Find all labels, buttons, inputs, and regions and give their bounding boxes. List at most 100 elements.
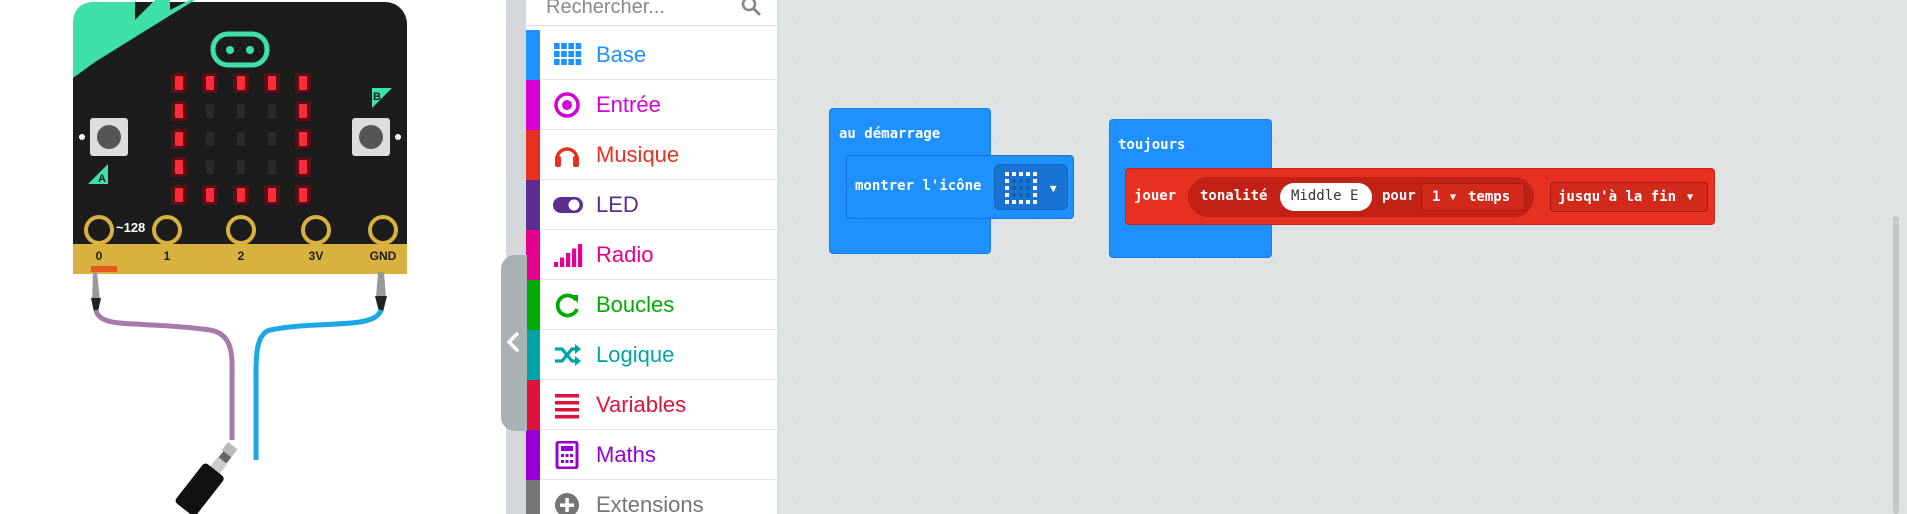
category-logique[interactable]: Logique (526, 330, 778, 380)
led-off (206, 104, 214, 118)
category-boucles[interactable]: Boucles (526, 280, 778, 330)
category-extensions[interactable]: Extensions (526, 480, 778, 514)
on-start-label: au démarrage (839, 126, 941, 142)
led-on (175, 132, 183, 146)
pin-2[interactable] (226, 215, 256, 245)
chevron-down-icon: ▼ (1450, 192, 1457, 203)
category-label: Logique (596, 342, 675, 367)
signal-bars-icon (554, 244, 583, 267)
dropdown-arrow-icon: ▼ (1050, 182, 1057, 195)
category-label: Extensions (596, 492, 704, 514)
toggle-icon (553, 197, 583, 213)
pin-label: GND (370, 249, 397, 263)
led-on (175, 160, 183, 174)
pin-1[interactable] (152, 215, 182, 245)
until-value: jusqu'à la fin (1558, 189, 1677, 205)
show-icon-label: montrer l'icône (855, 178, 982, 194)
category-color-strip (526, 380, 540, 430)
led-on (175, 76, 183, 90)
category-maths[interactable]: Maths (526, 430, 778, 480)
pin-label: 3V (309, 249, 324, 263)
category-label: Base (596, 42, 647, 67)
category-label: Boucles (596, 292, 675, 317)
button-a-label: A (98, 173, 106, 185)
note-value: Middle E (1291, 188, 1359, 204)
pin-label: 1 (164, 249, 171, 263)
icon-picker-dropdown[interactable]: ▼ (994, 164, 1068, 210)
pin-gnd[interactable] (368, 215, 398, 245)
category-label: Maths (596, 442, 656, 467)
pin-3v[interactable] (301, 215, 331, 245)
category-color-strip (526, 130, 540, 180)
category-musique[interactable]: Musique (526, 130, 778, 180)
for-label: pour (1382, 188, 1416, 204)
category-entrée[interactable]: Entrée (526, 80, 778, 130)
category-label: Musique (596, 142, 680, 167)
pin-label: 0 (96, 249, 103, 263)
chevron-down-icon: ▼ (1687, 192, 1694, 203)
category-color-strip (526, 80, 540, 130)
category-variables[interactable]: Variables (526, 380, 778, 430)
led-on (206, 188, 214, 202)
category-label: Variables (596, 392, 687, 417)
show-icon-block[interactable]: montrer l'icône ▼ (846, 155, 1074, 219)
led-on (237, 76, 245, 90)
led-off (206, 132, 214, 146)
loop-arrow-icon (555, 293, 579, 318)
category-label: Radio (596, 242, 654, 267)
tone-label: tonalité (1200, 188, 1268, 204)
note-field[interactable]: Middle E (1280, 183, 1372, 211)
headphones-icon (555, 147, 579, 167)
workspace-scrollbar[interactable] (1893, 216, 1899, 514)
pin-label: 2 (238, 249, 245, 263)
led-off (237, 160, 245, 174)
simulator-panel: A B 0 1 2 3V GND ~128 (0, 0, 506, 514)
shuffle-icon (555, 344, 581, 366)
workspace-grid (793, 20, 1877, 504)
grid-icon (554, 43, 582, 65)
category-led[interactable]: LED (526, 180, 778, 230)
calculator-icon (555, 441, 579, 469)
forever-label: toujours (1118, 137, 1186, 153)
led-on (175, 104, 183, 118)
plus-circle-icon (555, 493, 579, 514)
chevron-left-icon (507, 332, 519, 352)
play-until-dropdown[interactable]: jusqu'à la fin ▼ (1550, 182, 1708, 212)
pin-0[interactable] (84, 215, 114, 245)
category-label: Entrée (596, 92, 661, 117)
play-tone-block[interactable]: jouer tonalité Middle E pour 1 ▼ temps j… (1125, 168, 1715, 225)
led-on (299, 76, 307, 90)
category-base[interactable]: Base (526, 30, 778, 80)
headphone-jack (175, 442, 238, 514)
button-b-label: B (373, 91, 381, 103)
search-icon[interactable] (738, 0, 764, 20)
category-color-strip (526, 280, 540, 330)
category-color-strip (526, 430, 540, 480)
led-on (268, 188, 276, 202)
tone-reporter[interactable]: tonalité Middle E pour 1 ▼ temps (1188, 177, 1534, 217)
beats-dropdown[interactable]: 1 ▼ temps (1421, 183, 1525, 211)
led-on (175, 188, 183, 202)
category-label: LED (596, 192, 639, 217)
led-on (268, 76, 276, 90)
analog-value: ~128 (116, 220, 145, 235)
category-color-strip (526, 330, 540, 380)
led-off (268, 132, 276, 146)
led-off (237, 132, 245, 146)
category-color-strip (526, 180, 540, 230)
wire-purple (93, 309, 235, 440)
category-color-strip (526, 480, 540, 514)
play-label: jouer (1134, 188, 1177, 204)
blocks-workspace[interactable]: au démarrage montrer l'icône ▼ toujours … (778, 0, 1907, 514)
category-radio[interactable]: Radio (526, 230, 778, 280)
led-off (237, 104, 245, 118)
circle-dot-icon (554, 92, 580, 118)
collapse-simulator-tab[interactable] (501, 255, 527, 431)
toolbox-search (526, 0, 778, 26)
led-on (299, 188, 307, 202)
search-input[interactable] (546, 0, 746, 18)
list-lines-icon (555, 394, 579, 419)
led-on (299, 132, 307, 146)
microbit-simulator[interactable]: A B 0 1 2 3V GND ~128 (0, 0, 506, 514)
toolbox: Base Entrée Musique LED Radio Boucles Logique V… (526, 0, 778, 514)
